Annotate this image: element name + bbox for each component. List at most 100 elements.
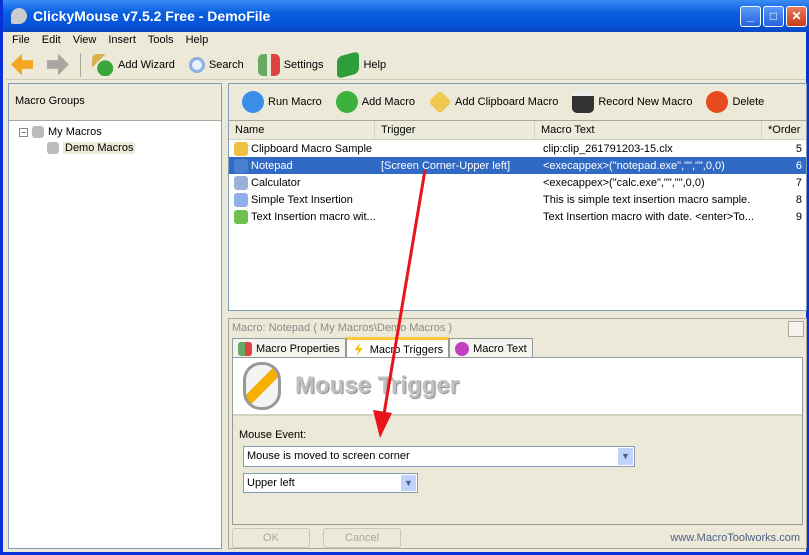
macro-tree: − My Macros Demo Macros: [9, 121, 221, 159]
tree-item-demo-macros[interactable]: Demo Macros: [19, 140, 211, 156]
restore-pane-icon[interactable]: [788, 321, 804, 337]
cell-order: 5: [795, 142, 802, 155]
cell-macro-text: <execappex>("calc.exe","","",0,0): [543, 176, 705, 189]
search-icon: [188, 56, 205, 73]
table-row[interactable]: Notepad [Screen Corner-Upper left] <execap…: [229, 157, 806, 174]
collapse-icon[interactable]: −: [19, 127, 28, 137]
table-row[interactable]: Text Insertion macro wit... Text Insertio…: [229, 208, 806, 225]
column-name[interactable]: Name: [229, 121, 375, 139]
cancel-button[interactable]: Cancel: [323, 528, 401, 548]
back-button[interactable]: [6, 52, 38, 78]
menu-file[interactable]: File: [6, 32, 36, 48]
maximize-button[interactable]: □: [763, 6, 784, 27]
menu-insert[interactable]: Insert: [102, 32, 142, 48]
macro-type-icon: [234, 141, 248, 156]
cell-trigger: [Screen Corner-Upper left]: [381, 159, 510, 172]
macro-toolbar: Run Macro Add Macro Add Clipboard Macro …: [229, 84, 806, 120]
cell-macro-text: Text Insertion macro with date. <enter>T…: [543, 210, 754, 223]
cell-order: 8: [795, 193, 802, 206]
menu-bar: File Edit View Insert Tools Help: [6, 32, 214, 48]
mouse-event-label: Mouse Event:: [239, 429, 307, 441]
macro-type-icon: [234, 192, 248, 207]
chevron-down-icon[interactable]: ▼: [618, 448, 633, 465]
add-wizard-button[interactable]: Add Wizard: [87, 52, 180, 78]
macro-type-icon: [234, 175, 248, 190]
minimize-button[interactable]: _: [740, 6, 761, 27]
corner-value: Upper left: [247, 477, 295, 489]
menu-tools[interactable]: Tools: [142, 32, 180, 48]
macro-name: Simple Text Insertion: [251, 193, 353, 206]
window-title: ClickyMouse v7.5.2 Free - DemoFile: [33, 8, 271, 24]
search-button[interactable]: Search: [184, 52, 249, 78]
cell-macro-text: This is simple text insertion macro samp…: [543, 193, 751, 206]
corner-select[interactable]: Upper left ▼: [243, 473, 418, 493]
column-order[interactable]: *Order: [762, 121, 806, 139]
detail-tabs: Macro Properties Macro Triggers Macro Te…: [232, 336, 533, 359]
tree-label: My Macros: [48, 126, 102, 138]
ok-button[interactable]: OK: [232, 528, 310, 548]
add-clipboard-label: Add Clipboard Macro: [455, 96, 559, 108]
help-book-icon: [337, 50, 360, 79]
column-trigger[interactable]: Trigger: [375, 121, 535, 139]
main-toolbar: Add Wizard Search Settings Help: [6, 50, 806, 80]
app-window: ClickyMouse v7.5.2 Free - DemoFile _ □ ✕…: [0, 0, 809, 555]
tools-icon: [238, 341, 252, 356]
tab-label: Macro Triggers: [369, 343, 444, 356]
add-icon: [335, 91, 358, 113]
add-macro-label: Add Macro: [361, 96, 415, 108]
menu-help[interactable]: Help: [180, 32, 215, 48]
delete-button[interactable]: Delete: [701, 89, 769, 115]
help-button[interactable]: Help: [332, 50, 391, 79]
settings-label: Settings: [283, 58, 324, 71]
cell-order: 9: [795, 210, 802, 223]
macro-type-icon: [234, 158, 248, 173]
cell-order: 6: [795, 159, 802, 172]
record-macro-button[interactable]: Record New Macro: [567, 89, 697, 115]
settings-button[interactable]: Settings: [253, 52, 329, 78]
macro-detail-panel: Macro: Notepad ( My Macros\Demo Macros )…: [228, 318, 807, 549]
tab-label: Macro Properties: [256, 342, 340, 355]
detail-title: Macro: Notepad ( My Macros\Demo Macros ): [232, 322, 453, 334]
forward-button[interactable]: [42, 52, 74, 78]
mouse-event-select[interactable]: Mouse is moved to screen corner ▼: [243, 446, 635, 467]
menu-edit[interactable]: Edit: [36, 32, 67, 48]
tree-item-my-macros[interactable]: − My Macros: [19, 124, 211, 140]
table-row[interactable]: Clipboard Macro Sample clip:clip_26179120…: [229, 140, 806, 157]
macro-name: Notepad: [251, 159, 293, 172]
tab-macro-text[interactable]: Macro Text: [449, 338, 533, 358]
chevron-down-icon[interactable]: ▼: [401, 475, 416, 491]
macro-name: Calculator: [251, 176, 301, 189]
macro-name: Clipboard Macro Sample: [251, 142, 373, 155]
tab-macro-properties[interactable]: Macro Properties: [232, 338, 346, 358]
trigger-tab-content: Mouse Trigger Mouse Event: Mouse is move…: [232, 357, 803, 525]
add-clipboard-macro-button[interactable]: Add Clipboard Macro: [424, 89, 563, 115]
help-label: Help: [363, 58, 387, 71]
mouse-icon: [32, 126, 44, 138]
column-macro-text[interactable]: Macro Text: [535, 121, 762, 139]
title-bar: ClickyMouse v7.5.2 Free - DemoFile _ □ ✕: [3, 0, 809, 32]
cell-name: Text Insertion macro wit...: [229, 209, 375, 224]
wizard-icon: [92, 53, 114, 76]
app-icon: [11, 8, 27, 24]
mouse-icon: [47, 142, 59, 154]
mouse-lightning-icon: [243, 362, 281, 410]
tab-macro-triggers[interactable]: Macro Triggers: [345, 337, 450, 359]
clipboard-icon: [428, 90, 452, 114]
close-button[interactable]: ✕: [786, 6, 807, 27]
cell-macro-text: <execappex>("notepad.exe","","",0,0): [543, 159, 725, 172]
macro-groups-header: Macro Groups: [9, 84, 221, 121]
add-macro-button[interactable]: Add Macro: [331, 89, 420, 115]
trigger-banner: Mouse Trigger: [233, 358, 802, 416]
run-macro-label: Run Macro: [268, 96, 322, 108]
lightning-icon: [354, 342, 363, 357]
website-link[interactable]: www.MacroToolworks.com: [670, 532, 800, 544]
run-macro-button[interactable]: Run Macro: [237, 89, 327, 115]
table-row[interactable]: Calculator <execappex>("calc.exe","","",0…: [229, 174, 806, 191]
table-row[interactable]: Simple Text Insertion This is simple text…: [229, 191, 806, 208]
toolbar-separator: [80, 52, 81, 77]
settings-tools-icon: [257, 53, 280, 76]
macro-list: Name Trigger Macro Text *Order Clipboard…: [229, 120, 806, 310]
menu-view[interactable]: View: [67, 32, 103, 48]
play-icon: [242, 91, 264, 113]
cell-name: Clipboard Macro Sample: [229, 141, 375, 156]
